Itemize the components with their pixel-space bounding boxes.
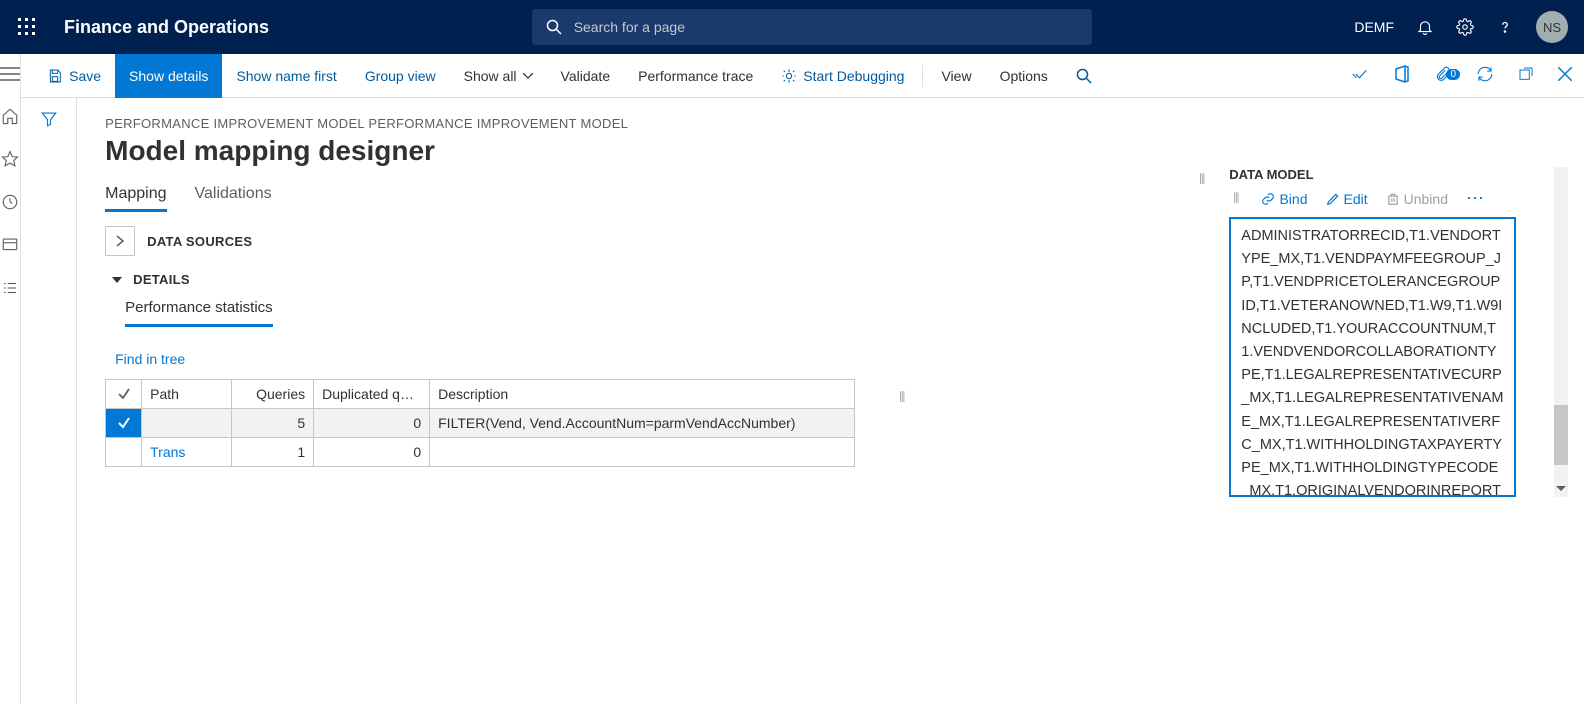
action-bar: Save Show details Show name first Group … [21,54,1584,98]
breadcrumb: PERFORMANCE IMPROVEMENT MODEL PERFORMANC… [105,116,1568,131]
validate-button[interactable]: Validate [547,54,625,98]
column-resize-handle[interactable]: ⦀ [895,327,909,467]
performance-grid: Path Queries Duplicated que… Description [105,379,855,467]
sql-preview[interactable]: ADMINISTRATORRECID,T1.VENDORTYPE_MX,T1.V… [1229,217,1516,497]
tab-validations[interactable]: Validations [195,185,272,212]
options-menu[interactable]: Options [986,54,1062,98]
waffle-icon[interactable] [0,0,54,54]
save-button[interactable]: Save [33,54,115,98]
chevron-right-icon [116,235,124,247]
attachments-icon[interactable]: 0 [1422,65,1464,86]
data-model-header: DATA MODEL [1229,167,1534,182]
modules-icon[interactable] [1,279,19,300]
expand-datasources-button[interactable] [105,226,135,256]
recent-icon[interactable] [1,193,19,214]
view-menu[interactable]: View [927,54,985,98]
close-icon[interactable] [1546,67,1584,84]
company-code[interactable]: DEMF [1354,19,1394,35]
ab-icon-1[interactable] [1340,65,1382,86]
find-in-tree-link[interactable]: Find in tree [115,351,185,367]
table-row[interactable]: Trans 1 0 [106,438,855,467]
data-sources-header: DATA SOURCES [147,234,252,249]
nav-rail [0,54,21,704]
office-icon[interactable] [1382,65,1422,86]
save-icon [47,68,63,84]
bell-icon[interactable] [1416,18,1434,36]
col-duplicated[interactable]: Duplicated que… [314,380,430,409]
gear-icon[interactable] [1456,18,1474,36]
app-title: Finance and Operations [54,17,269,38]
select-all-checkbox[interactable] [106,380,142,409]
col-description[interactable]: Description [430,380,855,409]
search-icon [1076,68,1092,84]
performance-trace-button[interactable]: Performance trace [624,54,767,98]
page-title: Model mapping designer [105,135,1568,167]
search-icon [546,19,562,35]
filter-icon[interactable] [40,110,58,704]
tab-mapping[interactable]: Mapping [105,185,166,212]
workspace-icon[interactable] [1,236,19,257]
table-row[interactable]: 5 0 FILTER(Vend, Vend.AccountNum=parmVen… [106,409,855,438]
home-icon[interactable] [1,107,19,128]
scrollbar-thumb[interactable] [1554,405,1568,465]
star-icon[interactable] [1,150,19,171]
details-header: DETAILS [133,272,190,287]
pane-resize-handle[interactable]: ⦀ [1195,171,1209,188]
refresh-icon[interactable] [1464,65,1506,86]
search-placeholder: Search for a page [574,19,685,35]
group-view-button[interactable]: Group view [351,54,450,98]
unbind-button: Unbind [1386,191,1448,207]
edit-button[interactable]: Edit [1326,191,1368,207]
hamburger-icon[interactable] [0,66,20,85]
global-search[interactable]: Search for a page [532,9,1092,45]
help-icon[interactable] [1496,18,1514,36]
popout-icon[interactable] [1506,66,1546,85]
col-queries[interactable]: Queries [232,380,314,409]
show-name-first-button[interactable]: Show name first [222,54,350,98]
caret-down-icon[interactable] [111,276,123,284]
bind-button[interactable]: Bind [1261,191,1307,207]
col-path[interactable]: Path [142,380,232,409]
more-icon[interactable]: ⋯ [1466,188,1484,209]
app-header: Finance and Operations Search for a page… [0,0,1584,54]
row-checkbox[interactable] [106,438,142,467]
scroll-down-icon[interactable] [1554,481,1568,497]
actions-handle[interactable]: ⦀ [1229,190,1243,207]
tabs: Mapping Validations [105,185,1175,212]
show-all-dropdown[interactable]: Show all [450,54,547,98]
chevron-down-icon [523,73,533,79]
start-debugging-button[interactable]: Start Debugging [767,54,918,98]
row-checkbox[interactable] [106,409,142,438]
path-link[interactable]: Trans [150,444,185,460]
debug-icon [781,68,797,84]
find-button[interactable] [1062,54,1106,98]
tab-performance-statistics[interactable]: Performance statistics [125,293,273,327]
user-avatar[interactable]: NS [1536,11,1568,43]
show-details-button[interactable]: Show details [115,54,222,98]
